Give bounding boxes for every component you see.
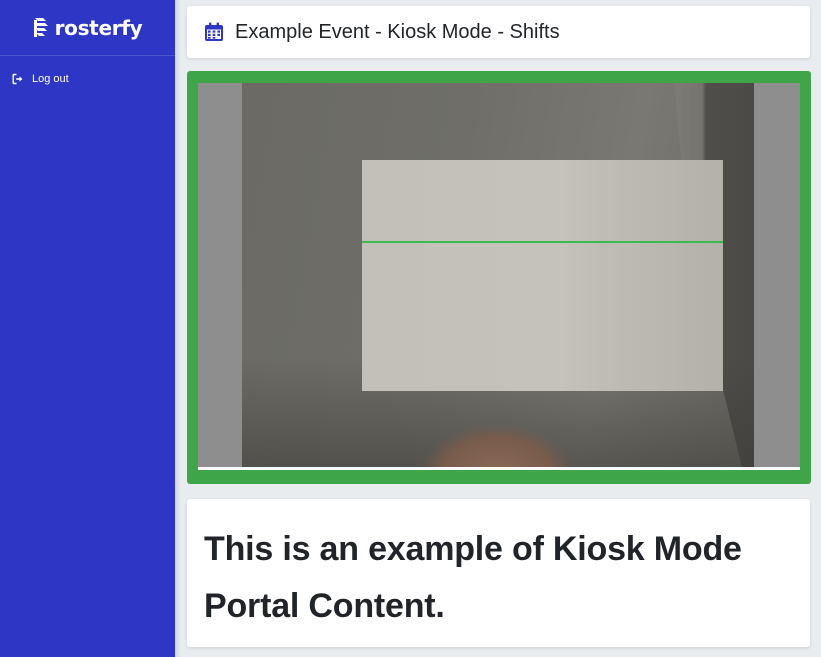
calendar-icon	[203, 21, 225, 43]
brand-logo[interactable]: rosterfy	[0, 0, 175, 56]
portal-content: This is an example of Kiosk Mode Portal …	[187, 499, 810, 647]
logout-icon	[12, 73, 24, 85]
sidebar-item-logout[interactable]: Log out	[0, 70, 175, 88]
sidebar-item-label: Log out	[32, 73, 69, 85]
video-letterbox-left	[198, 83, 242, 467]
camera-feed	[198, 83, 800, 470]
portal-content-heading: This is an example of Kiosk Mode Portal …	[204, 530, 742, 625]
rosterfy-logo-icon	[33, 17, 49, 39]
sidebar-nav: Log out	[0, 56, 175, 88]
video-letterbox-right	[754, 83, 800, 467]
video-bottom-bar	[198, 467, 800, 470]
page-title: Example Event - Kiosk Mode - Shifts	[235, 20, 560, 43]
sidebar-shadow	[175, 0, 181, 657]
scan-line	[362, 241, 723, 243]
sidebar: rosterfy Log out	[0, 0, 175, 657]
qr-scanner	[187, 71, 811, 484]
camera-image	[242, 83, 754, 470]
brand-name: rosterfy	[54, 15, 143, 40]
app-root: rosterfy Log out Example Event - Kiosk M…	[0, 0, 821, 657]
page-header: Example Event - Kiosk Mode - Shifts	[187, 6, 810, 58]
scan-target-area	[362, 160, 723, 391]
